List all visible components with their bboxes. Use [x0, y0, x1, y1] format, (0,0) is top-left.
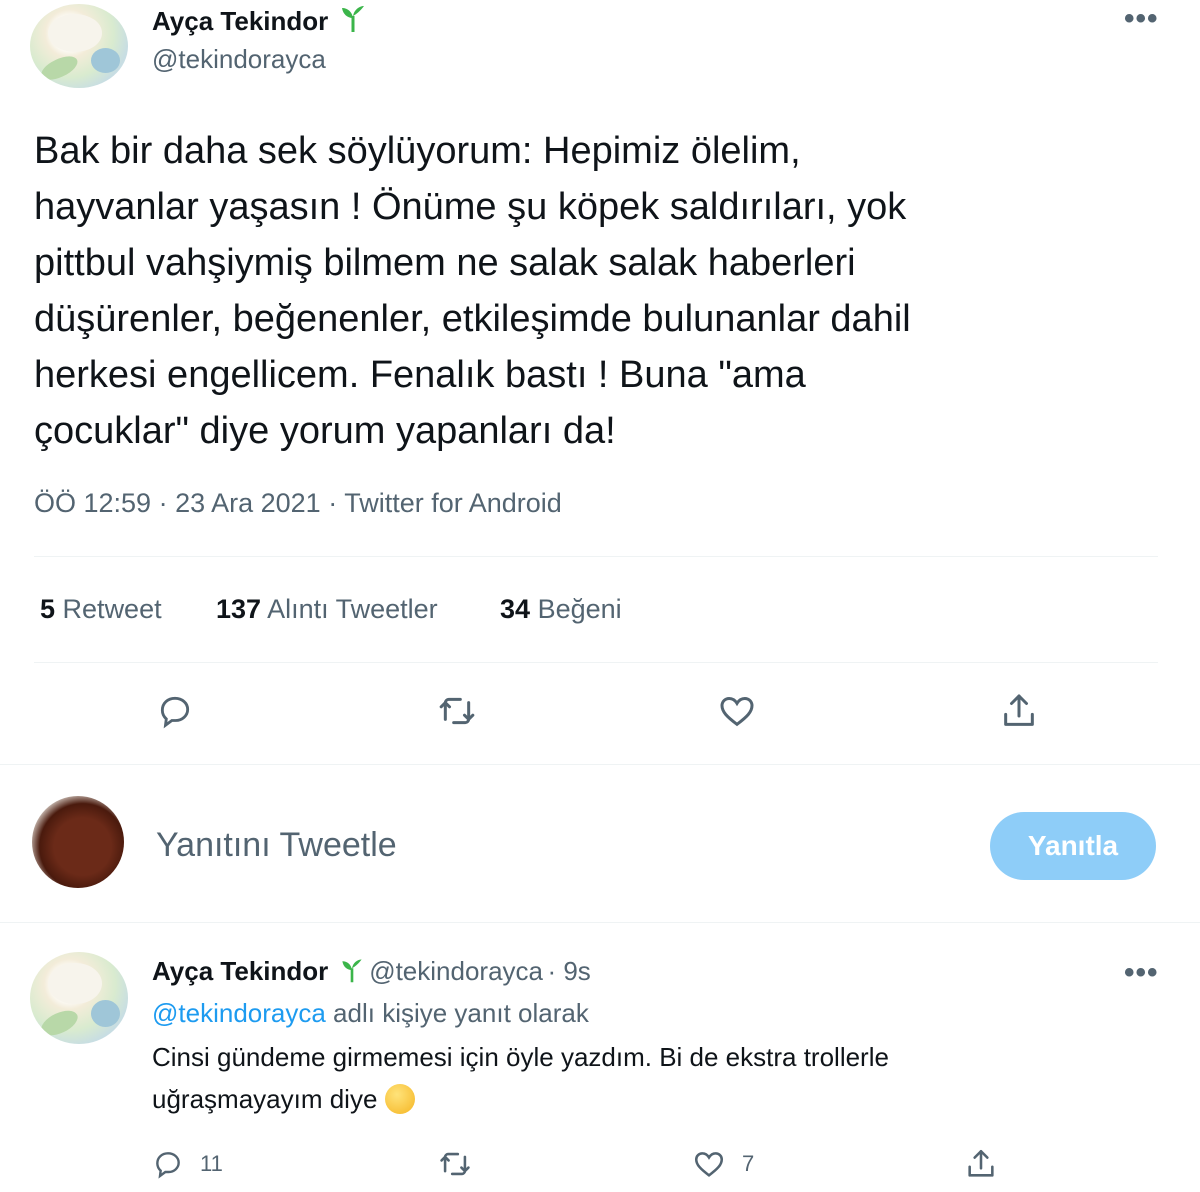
- reply-input[interactable]: Yanıtını Tweetle: [156, 826, 397, 865]
- share-button[interactable]: [994, 686, 1044, 736]
- more-options-icon[interactable]: •••: [1124, 2, 1159, 36]
- reply-text-line: uğraşmayayım diye: [152, 1084, 378, 1114]
- likes-stat[interactable]: 34 Beğeni: [500, 594, 622, 625]
- divider: [34, 662, 1158, 663]
- reply-icon: [156, 1152, 180, 1179]
- divider: [0, 922, 1200, 923]
- author-handle[interactable]: @tekindorayca: [152, 44, 326, 75]
- reply-share-button[interactable]: [964, 1144, 998, 1184]
- reply-more-options-icon[interactable]: •••: [1124, 956, 1159, 990]
- sprout-icon: [342, 959, 362, 983]
- author-avatar[interactable]: [30, 4, 128, 88]
- share-icon: [968, 1149, 994, 1177]
- replying-to-suffix: adlı kişiye yanıt olarak: [333, 998, 589, 1028]
- author-name-row[interactable]: Ayça Tekindor: [152, 2, 367, 37]
- reply-retweet-button[interactable]: [438, 1144, 472, 1184]
- reply-author-name[interactable]: Ayça Tekindor: [152, 956, 328, 986]
- quotes-label: Alıntı Tweetler: [267, 594, 438, 624]
- retweets-stat[interactable]: 5 Retweet: [40, 594, 162, 625]
- reply-author-handle[interactable]: @tekindorayca: [369, 956, 543, 986]
- retweet-icon: [439, 697, 475, 725]
- reply-like-button[interactable]: 7: [692, 1144, 754, 1184]
- reply-icon: [160, 696, 190, 729]
- retweets-count: 5: [40, 594, 56, 624]
- tweet-meta[interactable]: ÖÖ 12:59 · 23 Ara 2021 · Twitter for And…: [34, 488, 562, 519]
- likes-label: Beğeni: [537, 594, 622, 624]
- share-icon: [1004, 694, 1034, 726]
- like-count: 7: [742, 1151, 755, 1176]
- reply-submit-button[interactable]: Yanıtla: [990, 812, 1156, 880]
- like-icon: [720, 696, 754, 727]
- tweet-text: Bak bir daha sek söylüyorum: Hepimiz öle…: [34, 130, 911, 452]
- reply-header: Ayça Tekindor @tekindorayca · 9s: [152, 956, 591, 987]
- divider: [0, 764, 1200, 765]
- reply-count: 11: [200, 1151, 223, 1176]
- reply-reply-button[interactable]: 11: [152, 1144, 223, 1184]
- current-user-avatar[interactable]: [32, 796, 124, 888]
- reply-text-line: Cinsi gündeme girmemesi için öyle yazdım…: [152, 1042, 889, 1072]
- sprout-icon: [341, 6, 364, 32]
- retweet-icon: [440, 1152, 470, 1176]
- reply-time[interactable]: · 9s: [547, 956, 590, 986]
- likes-count: 34: [500, 594, 531, 624]
- replying-to: @tekindorayca adlı kişiye yanıt olarak: [152, 998, 589, 1029]
- retweet-button[interactable]: [432, 686, 482, 736]
- author-name[interactable]: Ayça Tekindor: [152, 6, 328, 36]
- divider: [34, 556, 1158, 557]
- like-button[interactable]: [712, 686, 762, 736]
- replying-to-handle[interactable]: @tekindorayca: [152, 998, 326, 1028]
- retweets-label: Retweet: [62, 594, 162, 624]
- reply-button[interactable]: [150, 686, 200, 736]
- relieved-face-icon: [384, 1084, 415, 1114]
- reply-text: Cinsi gündeme girmemesi için öyle yazdım…: [152, 1036, 1152, 1120]
- quotes-count: 137: [216, 594, 262, 624]
- quotes-stat[interactable]: 137 Alıntı Tweetler: [216, 594, 438, 625]
- reply-author-avatar[interactable]: [30, 952, 128, 1044]
- like-icon: [694, 1152, 724, 1177]
